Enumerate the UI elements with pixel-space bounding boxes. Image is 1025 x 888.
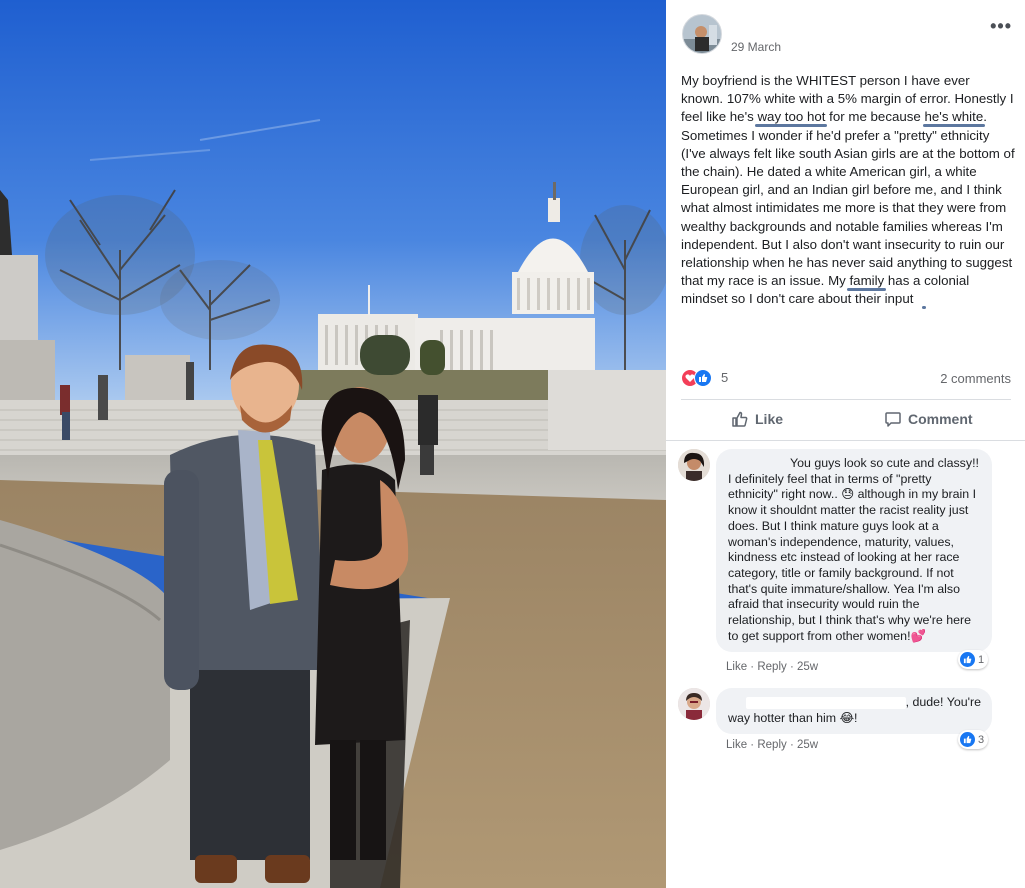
comment-bubble: You guys look so cute and classy!! I def…	[716, 449, 992, 653]
comment-like-link[interactable]: Like	[726, 661, 747, 673]
like-reaction-icon	[960, 732, 975, 747]
post-text-part: for me because	[825, 109, 925, 125]
post-panel: 29 March ••• My boyfriend is the WHITEST…	[666, 0, 1025, 888]
comment-reply-link[interactable]: Reply	[757, 661, 786, 673]
comment-line: , dude! You're	[728, 695, 981, 711]
photo-scene	[0, 0, 666, 888]
avatar-image	[683, 15, 721, 53]
comment-reply-link[interactable]: Reply	[757, 739, 786, 751]
comment-bubble: , dude! You're way hotter than him 😂!	[716, 688, 992, 735]
like-reaction-icon	[960, 652, 975, 667]
comment-text: , dude! You're	[905, 695, 981, 709]
comments-count-link[interactable]: 2 comments	[940, 371, 1011, 386]
comment-line: way hotter than him 😂!	[728, 710, 858, 725]
post-body: My boyfriend is the WHITEST person I hav…	[681, 72, 1015, 309]
post-date[interactable]: 29 March	[731, 40, 781, 54]
comment-item: , dude! You're way hotter than him 😂! 3 …	[678, 688, 1013, 758]
more-options-icon[interactable]: •••	[990, 16, 1012, 37]
comment-reaction-badge[interactable]: 3	[958, 730, 989, 749]
post-text-part: so I don't care about their input	[727, 291, 914, 307]
comment-reaction-badge[interactable]: 1	[958, 650, 989, 669]
divider	[666, 440, 1025, 441]
comment-button-label: Comment	[908, 411, 973, 427]
commenter-avatar[interactable]	[678, 449, 710, 481]
comment-meta: Like · Reply · 25w	[726, 661, 819, 673]
comment-text: You guys look so cute and classy!! I def…	[728, 456, 979, 643]
post-photo[interactable]	[0, 0, 666, 888]
commenter-avatar[interactable]	[678, 688, 710, 720]
like-reaction-icon	[694, 369, 712, 387]
comment-like-link[interactable]: Like	[726, 739, 747, 751]
reaction-count: 5	[721, 370, 729, 385]
comment-reaction-count: 1	[978, 653, 985, 666]
thumbs-up-icon	[732, 411, 748, 427]
underlined-phrase: he's white	[924, 109, 984, 125]
comment-time[interactable]: 25w	[797, 739, 818, 751]
author-avatar[interactable]	[682, 14, 722, 54]
comment-button[interactable]: Comment	[884, 410, 973, 428]
comment-icon	[885, 412, 901, 427]
post-text-part: has a	[884, 273, 925, 289]
comment-reaction-count: 3	[978, 733, 985, 746]
underlined-phrase: family	[849, 273, 885, 289]
post-actions: Like Comment	[681, 400, 1011, 438]
like-button[interactable]: Like	[731, 410, 783, 428]
post-header: 29 March •••	[682, 14, 1012, 58]
comment-item: You guys look so cute and classy!! I def…	[678, 449, 1013, 689]
redacted-name	[745, 696, 906, 709]
comment-time[interactable]: 25w	[797, 661, 818, 673]
reaction-summary[interactable]: 5 2 comments	[681, 368, 1011, 388]
like-button-label: Like	[755, 411, 784, 427]
comment-meta: Like · Reply · 25w	[726, 739, 819, 751]
underlined-phrase: way too hot	[757, 109, 826, 125]
post-text-part: . Sometimes I wonder if he'd prefer a "p…	[681, 109, 1015, 289]
